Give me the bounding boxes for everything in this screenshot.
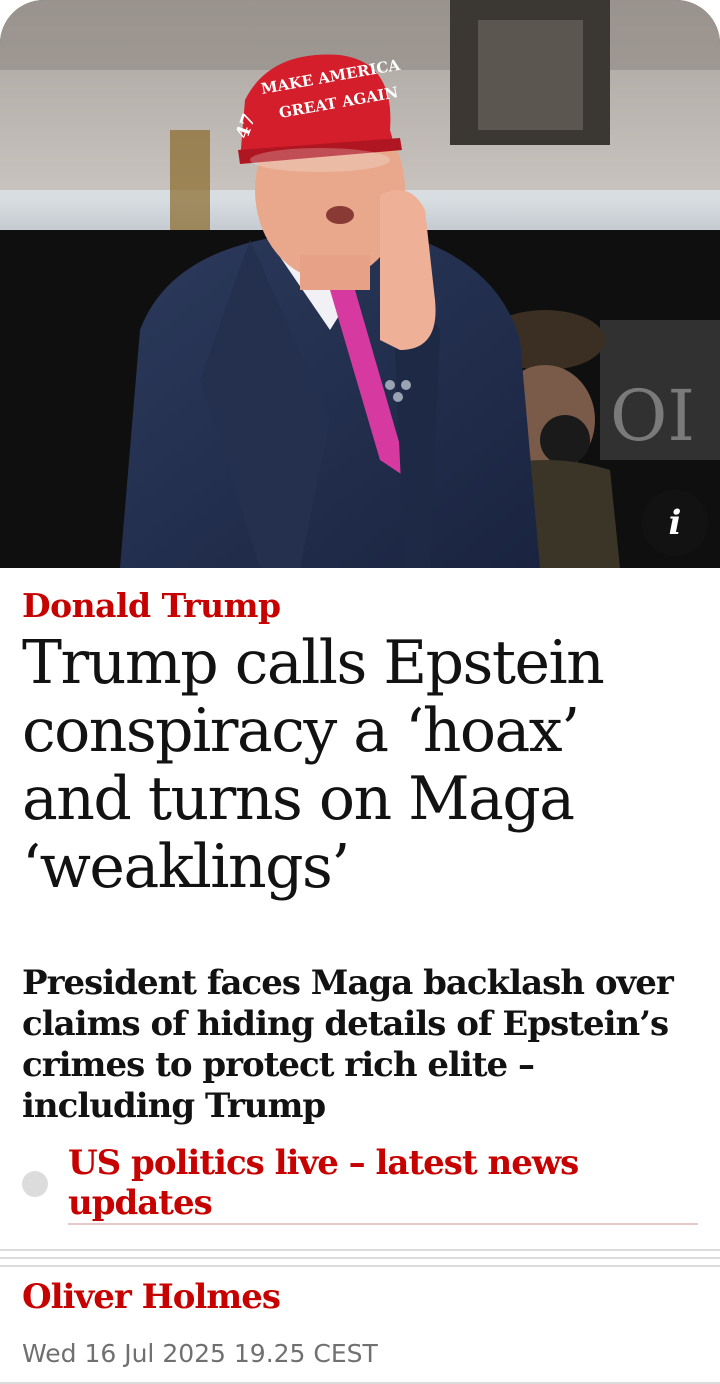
- section-kicker[interactable]: Donald Trump: [22, 586, 698, 625]
- info-icon: i: [668, 503, 682, 543]
- publish-date: Wed 16 Jul 2025 19.25 CEST: [22, 1339, 378, 1368]
- standfirst: President faces Maga backlash over claim…: [22, 963, 674, 1126]
- svg-text:OI: OI: [610, 375, 695, 457]
- trump-photo: OI MAKE AMERICA GREAT AGAIN 47: [0, 0, 720, 568]
- live-dot-icon: [22, 1171, 48, 1197]
- divider: [0, 1249, 720, 1267]
- live-blog-link[interactable]: US politics live – latest news updates: [22, 1143, 698, 1225]
- hero-image[interactable]: OI MAKE AMERICA GREAT AGAIN 47 i: [0, 0, 720, 568]
- live-blog-link-text[interactable]: US politics live – latest news updates: [68, 1143, 698, 1225]
- author-byline[interactable]: Oliver Holmes: [0, 1277, 720, 1317]
- info-button[interactable]: i: [642, 490, 708, 556]
- article-header: Donald Trump Trump calls Epstein conspir…: [0, 586, 720, 1225]
- headline: Trump calls Epstein conspiracy a ‘hoax’ …: [22, 628, 605, 902]
